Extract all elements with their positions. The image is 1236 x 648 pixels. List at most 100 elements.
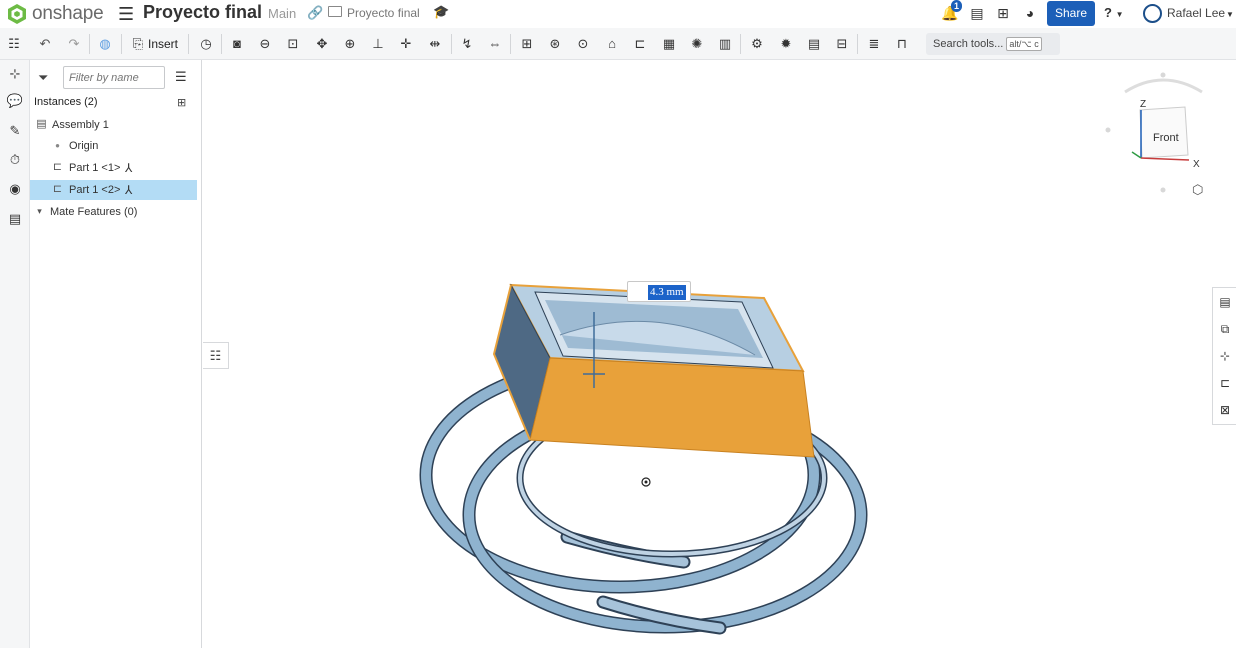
graduation-cap-icon[interactable]: 🎓 xyxy=(433,4,449,20)
globe-icon[interactable]: ◕ xyxy=(1021,4,1039,22)
toolbar-divider xyxy=(510,34,511,54)
search-tools-placeholder: Search tools... xyxy=(933,38,1004,50)
revolute-mate-icon[interactable]: ⊖ xyxy=(256,35,274,53)
link-icon[interactable]: 🔗 xyxy=(307,5,323,21)
onshape-logo[interactable]: onshape xyxy=(6,3,104,25)
history-list-icon: ☷ xyxy=(209,348,222,363)
folder-name[interactable]: Proyecto final xyxy=(347,6,420,20)
bill-of-materials-icon[interactable]: ▤ xyxy=(6,210,24,228)
screw-relation-icon[interactable]: ▤ xyxy=(805,35,823,53)
width-mate-icon[interactable]: ⇔ xyxy=(486,35,504,53)
tree-item-mate-features[interactable]: ▾ Mate Features (0) xyxy=(30,202,197,222)
slider-mate-icon[interactable]: ⊡ xyxy=(284,35,302,53)
appearance-panel-icon[interactable]: ⧉ xyxy=(1216,320,1234,338)
fixed-icon: ⅄ xyxy=(125,161,133,175)
origin-marker xyxy=(641,477,651,487)
properties-icon[interactable]: ⊓ xyxy=(893,35,911,53)
parallel-mate-icon[interactable]: ⇹ xyxy=(426,35,444,53)
share-button[interactable]: Share xyxy=(1047,1,1095,26)
part-icon: ⊏ xyxy=(52,161,63,173)
explode-icon[interactable]: ✺ xyxy=(688,35,706,53)
search-tools-input[interactable]: Search tools... alt/⌥ c xyxy=(926,33,1060,55)
gear-relation-icon[interactable]: ⚙ xyxy=(748,35,766,53)
tree-item-part-1-1[interactable]: ⊏ Part 1 <1> ⅄ xyxy=(30,158,197,178)
help-button[interactable]: ? ▼ xyxy=(1104,5,1124,20)
configurations-panel-icon[interactable]: ⊠ xyxy=(1216,401,1234,419)
bezel-box[interactable] xyxy=(492,283,815,458)
dimension-value[interactable]: 4.3 mm xyxy=(648,285,686,300)
redo-icon[interactable]: ↷ xyxy=(65,35,83,53)
add-mate-icon[interactable]: ⊹ xyxy=(6,65,24,83)
planar-mate-icon[interactable]: ✥ xyxy=(313,35,331,53)
appearance-icon[interactable]: ◉ xyxy=(6,180,24,198)
toolbar-divider xyxy=(221,34,222,54)
branch-name[interactable]: Main xyxy=(268,6,296,21)
filter-by-name-input[interactable] xyxy=(63,66,165,89)
feature-toolbar: ☷ ↶ ↷ ◍ ⎘ Insert ◷ ◙ ⊖ ⊡ ✥ ⊕ ⊥ ✛ ⇹ ↯ ⇔ ⊞… xyxy=(0,28,1236,60)
list-view-icon[interactable]: ☰ xyxy=(175,69,187,85)
pin-slot-mate-icon[interactable]: ⊥ xyxy=(369,35,387,53)
feature-history-toggle[interactable]: ☷ xyxy=(203,342,229,369)
filter-icon[interactable]: ⏷ xyxy=(38,70,48,86)
user-name[interactable]: Rafael Lee xyxy=(1167,6,1225,20)
apps-icon[interactable]: ⊞ xyxy=(994,4,1012,22)
origin-icon: ● xyxy=(55,141,60,150)
chevron-down-icon[interactable]: ▾ xyxy=(33,205,46,218)
view-cube-face-label: Front xyxy=(1153,132,1179,144)
view-options-icon[interactable]: ⬡ xyxy=(1192,182,1203,197)
tree-item-assembly[interactable]: ▤ Assembly 1 xyxy=(30,115,197,135)
section-icon[interactable]: ▦ xyxy=(660,35,678,53)
render-icon[interactable]: ◍ xyxy=(96,35,114,53)
help-icon: ? xyxy=(1104,5,1112,20)
animation-icon[interactable]: ⏱ xyxy=(6,151,24,169)
undo-icon[interactable]: ↶ xyxy=(36,35,54,53)
tangent-mate-icon[interactable]: ↯ xyxy=(458,35,476,53)
tree-item-origin[interactable]: ● Origin xyxy=(30,136,197,156)
tree-item-label: Assembly 1 xyxy=(52,119,109,131)
axis-x-label: X xyxy=(1193,159,1200,170)
tree-item-label: Part 1 <2> xyxy=(69,184,121,196)
bom-panel-icon[interactable]: ⊏ xyxy=(1216,374,1234,392)
document-title[interactable]: Proyecto final xyxy=(143,2,262,23)
ball-mate-icon[interactable]: ✛ xyxy=(397,35,415,53)
mirror-icon[interactable]: ⊏ xyxy=(631,35,649,53)
right-rail: ▤ ⧉ ⊹ ⊏ ⊠ xyxy=(1212,287,1236,425)
properties-panel-icon[interactable]: ▤ xyxy=(1216,293,1234,311)
feature-list-icon[interactable]: ☷ xyxy=(5,35,23,53)
cylindrical-mate-icon[interactable]: ⊕ xyxy=(341,35,359,53)
time-icon[interactable]: ◷ xyxy=(197,35,215,53)
rack-pinion-icon[interactable]: ✹ xyxy=(777,35,795,53)
search-shortcut-hint: alt/⌥ c xyxy=(1006,37,1042,51)
chevron-down-icon: ▼ xyxy=(1115,10,1124,19)
toolbar-divider xyxy=(740,34,741,54)
onshape-logo-icon xyxy=(8,4,26,24)
replicate-icon[interactable]: ⊙ xyxy=(574,35,592,53)
instances-header: Instances (2) xyxy=(34,96,98,108)
document-icon[interactable]: ▤ xyxy=(968,4,986,22)
user-menu-chevron-icon[interactable]: ▼ xyxy=(1226,10,1234,19)
measure-icon[interactable]: ≣ xyxy=(865,35,883,53)
axis-z-label: Z xyxy=(1140,99,1146,110)
add-folder-icon[interactable]: ⊞ xyxy=(177,96,193,109)
fastened-mate-icon[interactable]: ◙ xyxy=(228,35,246,53)
part-icon: ⊏ xyxy=(52,183,63,195)
group-icon[interactable]: ⊛ xyxy=(546,35,564,53)
pattern-icon[interactable]: ⌂ xyxy=(603,35,621,53)
insert-button[interactable]: Insert xyxy=(148,37,178,51)
notification-badge: 1 xyxy=(951,0,963,12)
mate-connector-icon[interactable]: ⊞ xyxy=(518,35,536,53)
top-bar: onshape ☰ Proyecto final Main 🔗 Proyecto… xyxy=(0,0,1236,28)
interference-icon[interactable]: ▥ xyxy=(716,35,734,53)
mate-panel-icon[interactable]: ⊹ xyxy=(1216,347,1234,365)
hamburger-menu-icon[interactable]: ☰ xyxy=(118,5,134,23)
comments-icon[interactable]: 💬 xyxy=(6,92,24,110)
toolbar-divider xyxy=(451,34,452,54)
3d-viewport[interactable]: Z X Front ⬡ ▼ xyxy=(203,60,1212,648)
linear-relation-icon[interactable]: ⊟ xyxy=(833,35,851,53)
user-avatar[interactable] xyxy=(1143,4,1162,23)
insert-icon[interactable]: ⎘ xyxy=(129,35,147,53)
tree-item-label: Mate Features (0) xyxy=(50,206,138,218)
view-cube[interactable]: Z X Front ⬡ ▼ xyxy=(1105,72,1213,198)
tree-item-part-1-2[interactable]: ⊏ Part 1 <2> ⅄ xyxy=(30,180,197,200)
notes-icon[interactable]: ✎ xyxy=(6,122,24,140)
